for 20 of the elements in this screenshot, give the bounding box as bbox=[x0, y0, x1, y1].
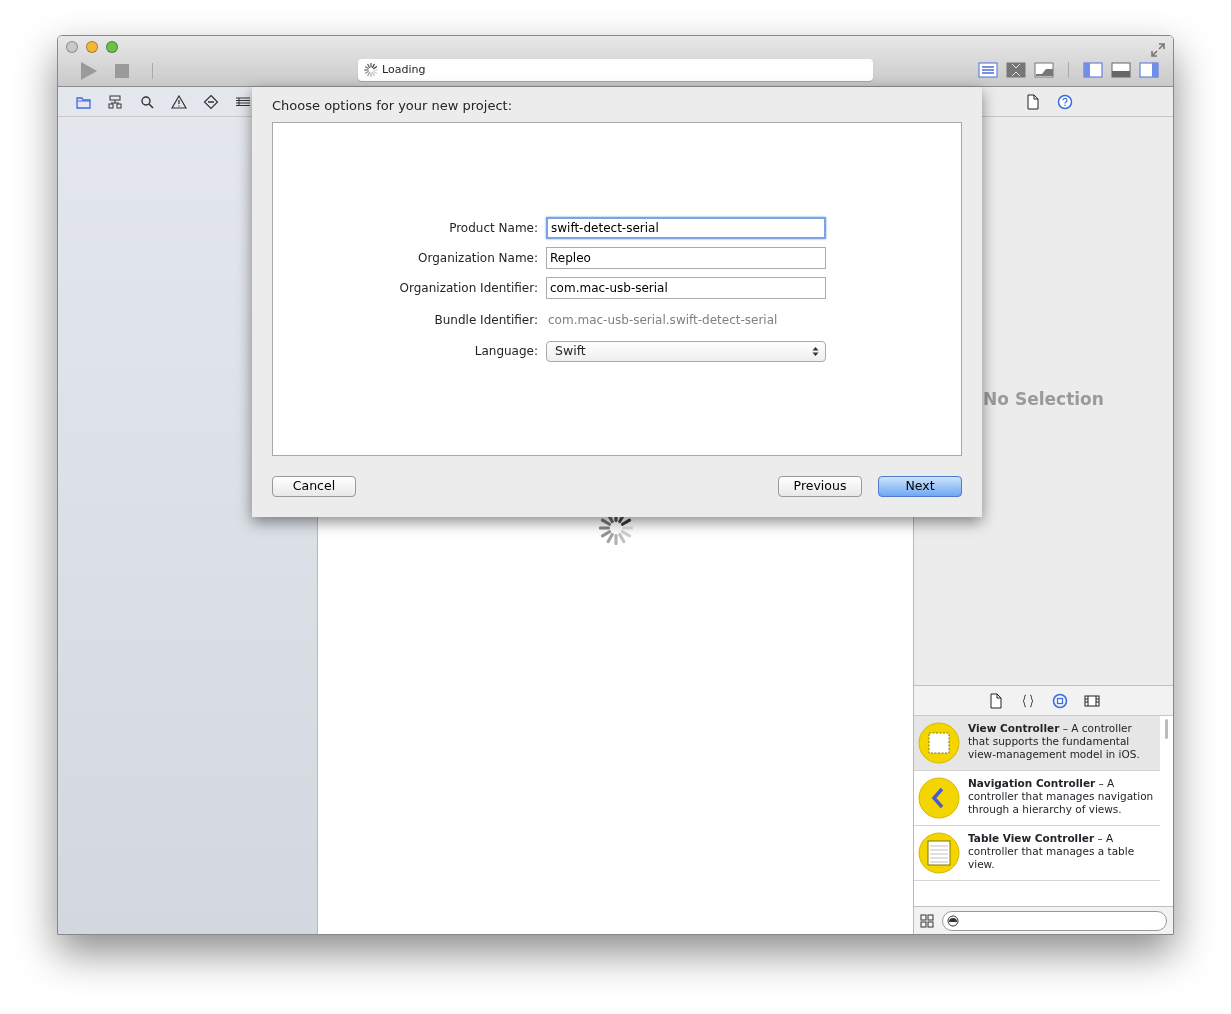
field-label: Organization Identifier: bbox=[398, 279, 538, 297]
text-field[interactable]: swift-detect-serial bbox=[546, 216, 826, 239]
status-text: Loading bbox=[382, 61, 426, 78]
dialog-button[interactable]: Next bbox=[878, 475, 962, 497]
field-label: Bundle Identifier: bbox=[433, 311, 538, 329]
dialog-button[interactable]: Previous bbox=[778, 475, 862, 497]
field-label: Organization Name: bbox=[417, 249, 538, 267]
text-field[interactable]: com.mac-usb-serial bbox=[546, 276, 826, 299]
field-label: Language: bbox=[473, 343, 538, 360]
library-item[interactable]: View Controller – A controller that supports the fundamental view-management model in iOS. bbox=[914, 716, 1161, 771]
text-field[interactable]: Repleo bbox=[546, 246, 826, 269]
library-item-description: View Controller – A controller that supports the fundamental view-management model in iOS. bbox=[968, 722, 1141, 762]
dialog-title: Choose options for your new project: bbox=[272, 97, 513, 115]
dialog-button[interactable]: Cancel bbox=[272, 475, 356, 497]
field-label: Product Name: bbox=[448, 219, 538, 237]
empty-inspector-text: No Selection bbox=[982, 388, 1105, 411]
library-item-description: Table View Controller – A controller that manages a table view. bbox=[968, 832, 1136, 872]
bundle-identifier-text: com.mac-usb-serial.swift-detect-serial bbox=[547, 311, 779, 329]
language-popup[interactable]: Swift bbox=[546, 340, 826, 362]
library-item-description: Navigation Controller – A controller that manages navigation through a hierarchy of views. bbox=[968, 777, 1155, 817]
